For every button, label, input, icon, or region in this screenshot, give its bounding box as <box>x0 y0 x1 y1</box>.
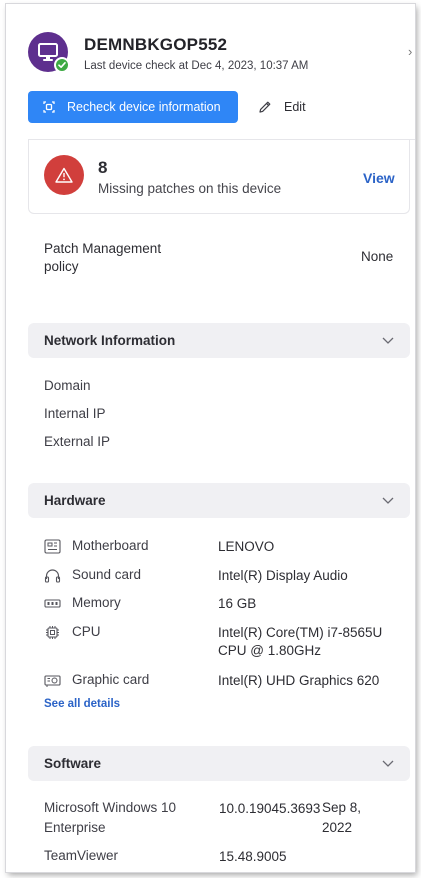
memory-label: Memory <box>72 595 121 610</box>
graphic-card-icon <box>44 675 61 687</box>
network-section-header[interactable]: Network Information <box>28 323 410 358</box>
device-header: DEMNBKGOP552 Last device check at Dec 4,… <box>6 4 415 140</box>
edit-button[interactable]: Edit <box>258 96 306 118</box>
cpu-icon <box>46 626 59 639</box>
headphones-icon <box>44 569 61 583</box>
patch-policy-label: Patch Management policy <box>44 241 162 274</box>
software-version: 15.48.9005 <box>219 849 287 864</box>
software-section-header[interactable]: Software <box>28 746 410 781</box>
chevron-down-icon <box>382 497 394 504</box>
last-device-check: Last device check at Dec 4, 2023, 10:37 … <box>84 60 309 72</box>
motherboard-icon <box>44 539 61 554</box>
view-patches-link[interactable]: View <box>363 170 395 186</box>
edit-button-label: Edit <box>284 100 306 114</box>
chevron-down-icon <box>382 760 394 767</box>
see-all-details-link[interactable]: See all details <box>44 698 120 710</box>
software-name: TeamViewer <box>44 848 119 863</box>
hardware-section-title: Hardware <box>44 493 106 508</box>
software-section-title: Software <box>44 756 102 771</box>
device-name: DEMNBKGOP552 <box>84 35 228 54</box>
missing-patches-count: 8 <box>98 158 108 177</box>
check-icon <box>58 62 66 68</box>
device-details-panel: DEMNBKGOP552 Last device check at Dec 4,… <box>6 4 415 872</box>
sound-card-value: Intel(R) Display Audio <box>218 568 348 583</box>
network-domain-label: Domain <box>44 378 91 393</box>
graphic-card-value: Intel(R) UHD Graphics 620 <box>218 673 380 688</box>
missing-patches-card: 8 Missing patches on this device View <box>28 140 410 214</box>
software-date: Sep 8, 2022 <box>322 800 362 835</box>
warning-triangle-icon <box>55 167 73 183</box>
software-version: 10.0.19045.3693 <box>219 801 321 816</box>
recheck-button-label: Recheck device information <box>67 100 221 114</box>
memory-value: 16 GB <box>218 596 257 611</box>
sound-card-label: Sound card <box>72 567 142 582</box>
network-section-title: Network Information <box>44 333 176 348</box>
motherboard-value: LENOVO <box>218 539 275 554</box>
cpu-label: CPU <box>72 624 101 639</box>
patch-policy-value: None <box>361 249 394 264</box>
network-internal-ip-label: Internal IP <box>44 406 106 421</box>
online-status-badge <box>54 57 70 73</box>
pencil-icon <box>259 101 271 113</box>
recheck-device-button[interactable]: Recheck device information <box>28 91 238 123</box>
close-icon[interactable]: › <box>408 44 412 59</box>
network-external-ip-label: External IP <box>44 434 111 449</box>
motherboard-label: Motherboard <box>72 538 149 553</box>
chevron-down-icon <box>382 337 394 344</box>
graphic-card-label: Graphic card <box>72 672 150 687</box>
software-name: Microsoft Windows 10 Enterprise <box>44 800 177 835</box>
cpu-value: Intel(R) Core(TM) i7-8565U CPU @ 1.80GHz <box>218 625 383 658</box>
warning-badge <box>44 155 84 195</box>
refresh-icon <box>43 101 55 113</box>
missing-patches-label: Missing patches on this device <box>98 181 282 196</box>
memory-icon <box>44 599 61 608</box>
hardware-section-header[interactable]: Hardware <box>28 483 410 518</box>
